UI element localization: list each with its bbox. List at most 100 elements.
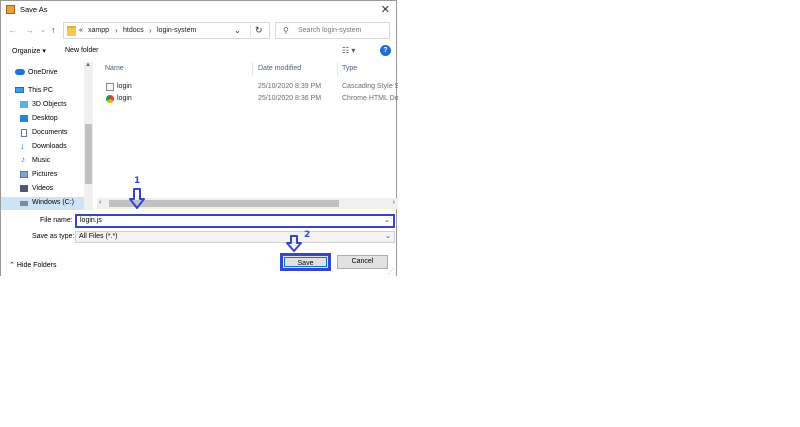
search-placeholder: Search login-system [298,27,362,34]
chevron-down-icon[interactable]: ⌄ [385,232,391,240]
column-divider[interactable] [337,62,338,76]
nav-label: Windows (C:) [32,199,75,206]
up-arrow-icon[interactable]: ↑ [51,25,56,35]
file-name-value[interactable]: login.js [80,217,102,224]
resize-grip-icon[interactable]: ⋰ [388,268,394,275]
scroll-thumb[interactable] [85,124,92,184]
file-name-label: File name: [40,217,73,224]
file-type: Cascading Style S... [342,83,398,90]
search-icon: ⚲ [283,26,289,35]
close-icon[interactable]: ✕ [381,3,390,16]
nav-item-pictures[interactable]: Pictures [1,169,93,182]
save-button[interactable]: Save [280,253,331,271]
recent-chevron-icon[interactable]: ⌄ [40,26,46,34]
nav-pane-scrollbar[interactable]: ▲ [84,62,93,210]
nav-label: Downloads [32,143,67,150]
file-row[interactable]: login 25/10/2020 8:36 PM Chrome HTML Do.… [97,93,398,105]
nav-item-videos[interactable]: Videos [1,183,93,196]
file-name: login [117,95,132,102]
save-as-dialog: Save As ✕ ← → ⌄ ↑ « xampp › htdocs › log… [0,0,398,277]
nav-item-music[interactable]: ♪ Music [1,155,93,168]
file-name: login [117,83,132,90]
css-file-icon [106,83,114,91]
save-as-type-label: Save as type: [32,233,75,240]
music-icon: ♪ [21,155,25,164]
save-as-type-select[interactable]: All Files (*.*) ⌄ [75,231,395,243]
window-title: Save As [20,5,48,14]
desktop-icon [20,115,28,122]
nav-item-downloads[interactable]: ↓ Downloads [1,141,93,154]
breadcrumb-login-system[interactable]: login-system [157,27,196,34]
nav-label: Music [32,157,51,164]
new-folder-button[interactable]: New folder [65,47,98,54]
column-divider[interactable] [252,62,253,76]
column-header-name[interactable]: Name [105,65,124,72]
chrome-html-icon [106,95,114,103]
folder-icon [67,26,76,36]
nav-item-onedrive[interactable]: OneDrive [1,67,93,80]
pictures-icon [20,171,28,178]
refresh-icon[interactable]: ↻ [250,25,263,37]
column-header-type[interactable]: Type [342,65,357,72]
3d-objects-icon [20,101,28,108]
file-date: 25/10/2020 8:39 PM [258,83,322,90]
step-2-annotation: 2 [304,230,311,240]
nav-item-this-pc[interactable]: This PC [1,85,93,98]
sort-ascending-icon: ⌃ [175,62,181,67]
scroll-up-icon[interactable]: ▲ [85,62,91,68]
view-options-icon[interactable]: ☷ ▾ [342,46,355,55]
breadcrumb-overflow[interactable]: « [79,27,83,34]
downloads-icon: ↓ [20,141,25,151]
title-bar: Save As ✕ [1,1,396,19]
nav-item-3d-objects[interactable]: 3D Objects [1,99,93,112]
hide-folders-button[interactable]: ⌃ Hide Folders [9,261,57,269]
address-dropdown-icon[interactable]: ⌄ [234,26,241,35]
navigation-row: ← → ⌄ ↑ « xampp › htdocs › login-system … [1,21,396,41]
nav-label: 3D Objects [32,101,67,108]
search-box[interactable]: ⚲ Search login-system [275,22,390,39]
app-icon [6,5,15,14]
file-name-input[interactable]: login.js ⌄ [75,214,395,228]
annotation-arrow-down-icon [286,235,302,252]
onedrive-icon [15,69,25,75]
nav-label: Desktop [32,115,58,122]
save-button-label: Save [284,257,327,267]
file-list: ⌃ Name Date modified Type login 25/10/20… [97,62,398,197]
scroll-right-icon[interactable]: › [393,199,395,206]
file-type: Chrome HTML Do... [342,95,398,102]
command-toolbar: Organize ▾ New folder ☷ ▾ ? [1,43,396,61]
annotation-arrow-down-icon [129,188,145,209]
cancel-button[interactable]: Cancel [337,255,388,269]
breadcrumb-xampp[interactable]: xampp [88,27,109,34]
nav-item-windows-c[interactable]: Windows (C:) [1,197,93,210]
nav-item-documents[interactable]: Documents [1,127,93,140]
step-1-annotation: 1 [134,176,141,186]
nav-label: Documents [32,129,68,136]
back-arrow-icon[interactable]: ← [8,25,17,35]
help-icon[interactable]: ? [380,45,391,56]
save-as-type-value: All Files (*.*) [79,233,118,240]
nav-label: This PC [28,87,53,94]
hide-folders-label: Hide Folders [16,262,57,269]
chevron-up-icon: ⌃ [9,262,15,269]
organize-button[interactable]: Organize ▾ [12,47,46,55]
navigation-pane: OneDrive This PC 3D Objects Desktop Docu… [1,62,93,210]
breadcrumb-chevron-icon[interactable]: › [115,26,118,35]
drive-icon [20,201,28,206]
scroll-left-icon[interactable]: ‹ [99,199,101,206]
nav-label: Pictures [32,171,58,178]
nav-item-desktop[interactable]: Desktop [1,113,93,126]
file-row[interactable]: login 25/10/2020 8:39 PM Cascading Style… [97,81,398,93]
chevron-down-icon[interactable]: ⌄ [384,216,390,224]
save-form: File name: login.js ⌄ Save as type: All … [1,211,396,277]
address-bar[interactable]: « xampp › htdocs › login-system ⌄ ↻ [63,22,270,39]
documents-icon [21,129,27,137]
videos-icon [20,185,28,192]
column-header-date-modified[interactable]: Date modified [258,65,301,72]
nav-label: OneDrive [28,69,58,76]
file-date: 25/10/2020 8:36 PM [258,95,322,102]
breadcrumb-chevron-icon[interactable]: › [149,26,152,35]
nav-label: Videos [32,185,54,192]
forward-arrow-icon[interactable]: → [25,25,34,35]
breadcrumb-htdocs[interactable]: htdocs [123,27,144,34]
